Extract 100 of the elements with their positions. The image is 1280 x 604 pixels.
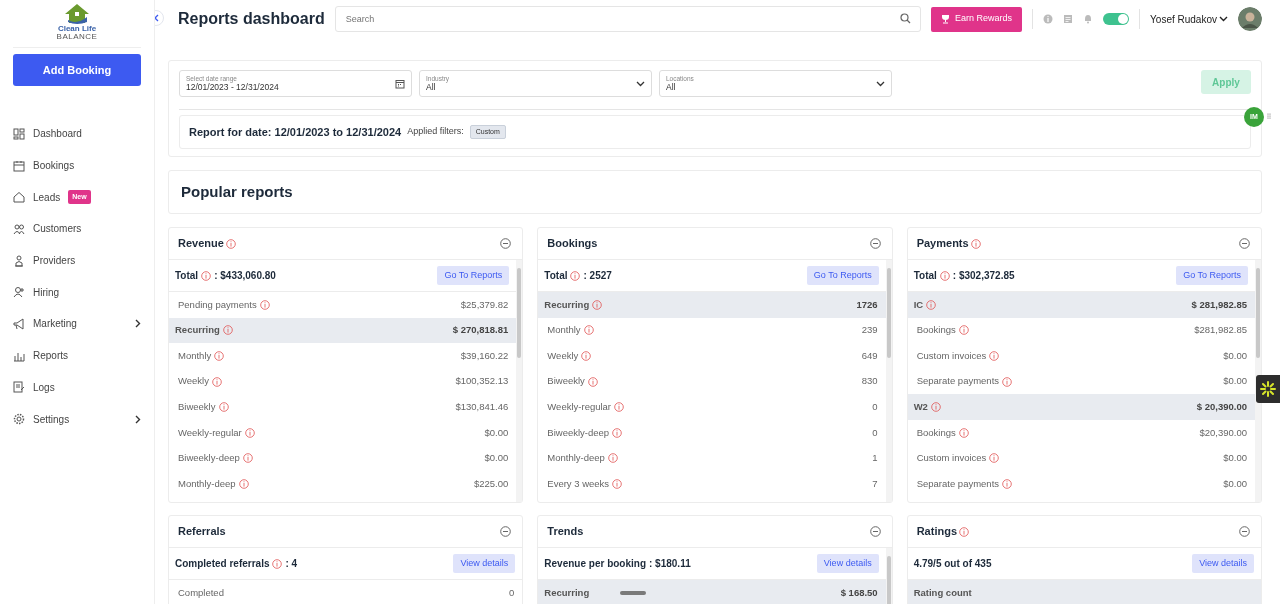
info-icon[interactable] (212, 376, 222, 387)
info-icon[interactable] (612, 427, 623, 438)
info-icon[interactable] (1002, 478, 1013, 489)
avatar[interactable] (1238, 7, 1262, 31)
info-icon[interactable] (939, 270, 950, 281)
row-value: $225.00 (474, 476, 509, 491)
collapse-icon[interactable] (500, 526, 512, 537)
collapse-icon[interactable] (869, 526, 881, 537)
row-label: Biweekly-deep (178, 451, 240, 466)
info-icon[interactable] (244, 427, 255, 438)
row-label: Separate payments (916, 374, 1000, 389)
info-icon[interactable] (238, 478, 249, 489)
total-value: : $180.11 (649, 557, 691, 571)
earn-rewards-button[interactable]: Earn Rewards (931, 6, 1023, 32)
info-icon[interactable] (201, 270, 212, 281)
search-field[interactable]: Search (334, 6, 922, 32)
nav-item[interactable]: Customers (13, 213, 141, 245)
nav-item[interactable]: Marketing (13, 308, 141, 340)
nav-item[interactable]: Dashboard (13, 118, 141, 150)
people-icon (13, 222, 25, 235)
total-label: Revenue per booking (544, 557, 646, 571)
info-icon[interactable] (259, 299, 270, 310)
card-title: Bookings (547, 236, 598, 252)
row-label: Custom invoices (916, 451, 987, 466)
info-icon[interactable] (958, 427, 969, 438)
info-icon[interactable] (218, 402, 229, 413)
nav-item[interactable]: Bookings (13, 149, 141, 182)
row-label: Monthly (547, 323, 581, 338)
row-value: $0.00 (484, 451, 509, 466)
row-value: $100,352.13 (455, 374, 509, 389)
details-button[interactable]: View details (453, 554, 516, 573)
info-icon[interactable] (214, 351, 225, 361)
row-value: 0 (509, 585, 515, 600)
info-icon[interactable] (930, 402, 941, 413)
calendar-icon (395, 78, 405, 89)
info-icon[interactable] (926, 299, 937, 310)
logo-tagline: BALANCE (56, 33, 98, 41)
info-icon[interactable] (583, 325, 594, 336)
info-icon[interactable] (970, 238, 981, 249)
row-value: $0.00 (1223, 476, 1247, 491)
info-icon[interactable] (222, 325, 233, 336)
row-label: Monthly (178, 348, 212, 363)
info-icon[interactable] (1043, 14, 1054, 24)
row-label: Recurring (544, 297, 590, 312)
info-icon[interactable] (612, 478, 623, 489)
row-label: Recurring (544, 585, 590, 600)
details-button[interactable]: View details (1192, 554, 1254, 573)
nav-item[interactable]: Settings (13, 403, 141, 435)
reports-button[interactable]: Go To Reports (437, 266, 510, 285)
info-icon[interactable] (989, 351, 1000, 361)
chevron-down-icon (636, 80, 645, 87)
collapse-icon[interactable] (500, 238, 512, 249)
info-icon[interactable] (272, 558, 283, 569)
info-icon[interactable] (225, 238, 236, 249)
toggle-switch[interactable] (1103, 13, 1130, 25)
row-label: IC (913, 297, 924, 312)
reports-button[interactable]: Go To Reports (806, 266, 879, 285)
info-icon[interactable] (1002, 376, 1013, 387)
details-button[interactable]: View details (816, 554, 879, 573)
reports-button[interactable]: Go To Reports (1176, 266, 1248, 285)
row-label: Recurring (175, 323, 220, 338)
info-icon[interactable] (581, 351, 592, 361)
nav-item[interactable]: Logs (13, 371, 141, 404)
nav-item[interactable]: Reports (13, 339, 141, 372)
row-value: $0.00 (1223, 348, 1247, 363)
nav-item[interactable]: Hiring (13, 276, 141, 309)
trophy-icon (941, 14, 951, 24)
filters-label: Applied filters: (407, 125, 464, 139)
info-icon[interactable] (592, 299, 603, 310)
logo-text: Clean Life (57, 25, 97, 33)
gear-icon (13, 413, 25, 426)
collapse-icon[interactable] (869, 238, 881, 249)
info-icon[interactable] (242, 453, 253, 464)
info-icon[interactable] (607, 453, 618, 464)
card-title: Revenue (178, 236, 224, 252)
info-icon[interactable] (587, 376, 598, 387)
info-icon[interactable] (959, 526, 969, 537)
row-value: $ 20,390.00 (1196, 400, 1247, 415)
card-title: Payments (916, 236, 969, 252)
bell-icon[interactable] (1083, 14, 1094, 24)
info-icon[interactable] (958, 325, 969, 336)
info-icon[interactable] (989, 453, 1000, 464)
row-label: Weekly (547, 348, 579, 363)
document-icon[interactable] (1063, 14, 1074, 24)
collapse-icon[interactable] (1239, 526, 1250, 537)
asterisk-widget[interactable] (1256, 375, 1280, 403)
row-value: $130,841.46 (455, 400, 509, 415)
add-booking-button[interactable]: Add Booking (13, 54, 141, 86)
nav-item[interactable]: Providers (13, 244, 141, 277)
total-value: : $302,372.85 (952, 269, 1015, 283)
user-menu[interactable]: Yosef Rudakov (1150, 11, 1228, 27)
info-icon[interactable] (570, 270, 581, 281)
collapse-icon[interactable] (1239, 238, 1250, 249)
info-icon[interactable] (614, 402, 625, 413)
row-value: 239 (861, 323, 878, 338)
total-value: : 4 (285, 557, 298, 571)
row-label: Monthly-deep (547, 451, 605, 466)
total-label: Total (913, 269, 937, 283)
page-title: Reports dashboard (178, 9, 325, 29)
row-value: $ 270,818.81 (452, 323, 509, 338)
